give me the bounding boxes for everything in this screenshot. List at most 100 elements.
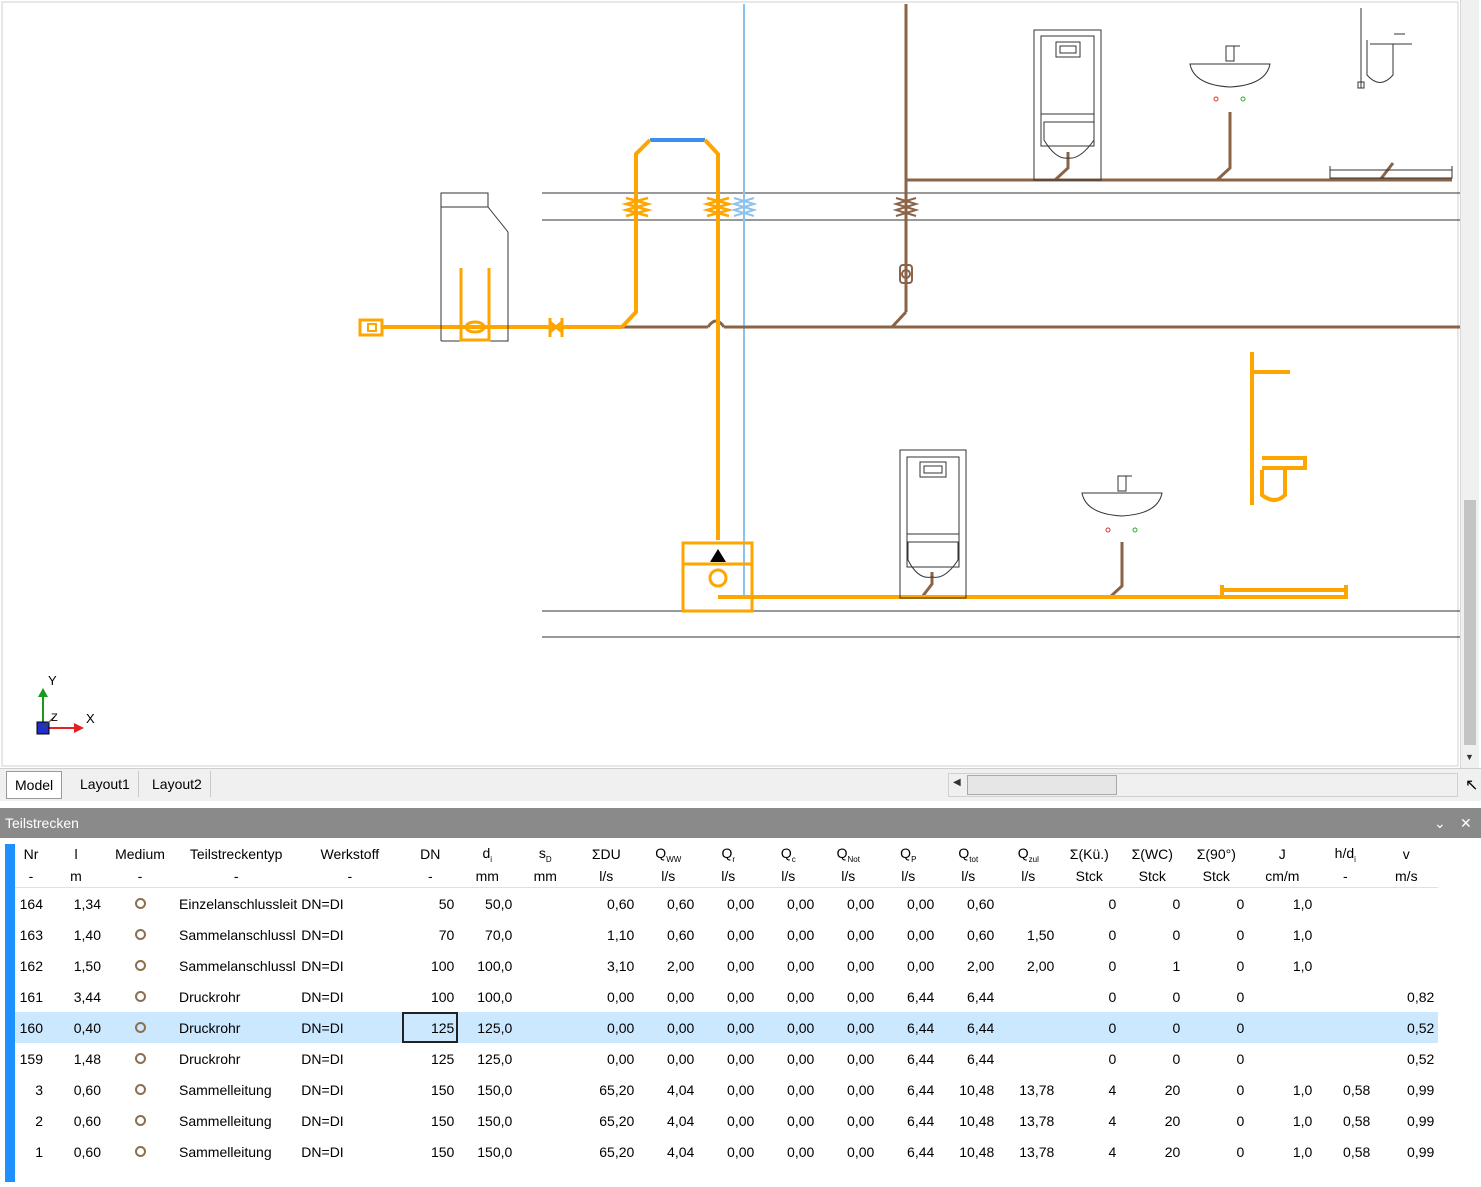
cell-du[interactable]: 0,00 [574,1012,639,1043]
cell-qc[interactable]: 0,00 [758,981,818,1012]
column-header[interactable]: QP [878,843,938,865]
cell-di[interactable]: 125,0 [458,1012,517,1043]
cell-j[interactable]: 1,0 [1248,1105,1316,1136]
cell-wc[interactable]: 20 [1120,1105,1184,1136]
cell-dn[interactable]: 150 [402,1136,458,1167]
cell-hdi[interactable]: 0,58 [1316,1105,1374,1136]
cell-qp[interactable]: 6,44 [878,1043,938,1074]
scroll-down-icon[interactable]: ▼ [1465,752,1474,762]
column-header[interactable]: Qc [758,843,818,865]
cell-w90[interactable]: 0 [1184,981,1248,1012]
cell-qnot[interactable]: 0,00 [818,1043,878,1074]
cell-v[interactable]: 0,52 [1374,1012,1439,1043]
cell-qtot[interactable]: 0,60 [938,919,998,950]
horizontal-scroll-thumb[interactable] [967,775,1117,795]
cell-sd[interactable] [516,1105,574,1136]
cell-j[interactable] [1248,981,1316,1012]
cell-qp[interactable]: 6,44 [878,1012,939,1043]
vertical-scrollbar[interactable]: ▼ [1460,0,1479,768]
column-header[interactable]: ΣDU [574,843,638,865]
cell-wc[interactable]: 1 [1120,950,1184,981]
cell-nr[interactable]: 164 [15,888,47,920]
cell-typ[interactable]: Einzelanschlussleit [175,888,297,920]
cell-v[interactable]: 0,99 [1374,1074,1438,1105]
cell-qww[interactable]: 2,00 [638,950,698,981]
cell-v[interactable]: 0,99 [1374,1136,1438,1167]
cell-dn[interactable]: 50 [402,888,458,920]
cell-qtot[interactable]: 6,44 [938,1012,999,1043]
cell-dn[interactable]: 150 [402,1074,458,1105]
column-header[interactable]: DN [402,843,458,865]
column-header[interactable]: sD [516,843,574,865]
column-header[interactable]: Σ(Kü.) [1058,843,1120,865]
column-header[interactable]: Qr [698,843,758,865]
cell-l[interactable]: 0,60 [47,1136,105,1167]
cell-typ[interactable]: Druckrohr [175,1043,297,1074]
cell-v[interactable]: 0,52 [1374,1043,1438,1074]
cad-drawing-area[interactable]: Y Z X [0,0,1481,768]
cell-ku[interactable]: 4 [1058,1074,1120,1105]
cell-ku[interactable]: 0 [1058,919,1120,950]
cell-wc[interactable]: 20 [1120,1136,1184,1167]
cell-v[interactable] [1374,919,1438,950]
table-row[interactable]: 1 0,60 Sammelleitung DN=DI 150 150,0 65,20 4,04… [15,1136,1438,1167]
cell-l[interactable]: 1,48 [47,1043,105,1074]
cell-medium[interactable] [105,1136,175,1167]
cell-sd[interactable] [516,1074,574,1105]
cell-nr[interactable]: 160 [15,1012,47,1043]
column-header[interactable]: l [47,843,105,865]
cell-ku[interactable]: 0 [1058,1012,1121,1043]
cell-medium[interactable] [105,919,175,950]
table-row[interactable]: 163 1,40 Sammelanschlussl DN=DI 70 70,0 1,10 0,… [15,919,1438,950]
cell-qzul[interactable]: 13,78 [998,1105,1058,1136]
column-header[interactable]: v [1374,843,1438,865]
cell-qc[interactable]: 0,00 [758,1136,818,1167]
cell-qzul[interactable]: 13,78 [998,1074,1058,1105]
cell-j[interactable]: 1,0 [1248,1136,1316,1167]
cell-qnot[interactable]: 0,00 [818,1074,878,1105]
cell-hdi[interactable] [1316,888,1374,920]
cell-hdi[interactable] [1316,1012,1375,1043]
cell-qp[interactable]: 0,00 [878,888,938,920]
cell-w90[interactable]: 0 [1184,950,1248,981]
cell-qc[interactable]: 0,00 [758,950,818,981]
cell-wc[interactable]: 20 [1120,1074,1184,1105]
column-header[interactable]: Σ(90°) [1184,843,1248,865]
cell-werkstoff[interactable]: DN=DI [297,1012,403,1043]
cell-typ[interactable]: Sammelleitung [175,1136,297,1167]
cell-di[interactable]: 150,0 [458,1105,516,1136]
cell-l[interactable]: 0,60 [47,1074,105,1105]
cell-typ[interactable]: Sammelanschlussl [175,919,297,950]
cell-ku[interactable]: 4 [1058,1136,1120,1167]
cell-qp[interactable]: 0,00 [878,919,938,950]
cell-sd[interactable] [516,950,574,981]
cell-j[interactable]: 1,0 [1248,888,1316,920]
column-header[interactable]: QNot [818,843,878,865]
cell-l[interactable]: 1,50 [47,950,105,981]
cell-werkstoff[interactable]: DN=DI [297,1074,402,1105]
cell-qc[interactable]: 0,00 [758,1043,818,1074]
cell-ku[interactable]: 0 [1058,950,1120,981]
cell-dn[interactable]: 150 [402,1105,458,1136]
cell-qtot[interactable]: 2,00 [938,950,998,981]
cell-w90[interactable]: 0 [1184,1105,1248,1136]
cell-qzul[interactable]: 13,78 [998,1136,1058,1167]
cell-v[interactable] [1374,888,1438,920]
column-header[interactable]: Σ(WC) [1120,843,1184,865]
cell-werkstoff[interactable]: DN=DI [297,888,402,920]
column-header[interactable]: h/di [1316,843,1374,865]
close-icon[interactable]: ✕ [1460,808,1472,838]
table-row[interactable]: 161 3,44 Druckrohr DN=DI 100 100,0 0,00 0,00 0,0… [15,981,1438,1012]
table-row[interactable]: 2 0,60 Sammelleitung DN=DI 150 150,0 65,20 4,04… [15,1105,1438,1136]
cell-du[interactable]: 3,10 [574,950,638,981]
cell-qr[interactable]: 0,00 [698,950,758,981]
cell-qp[interactable]: 0,00 [878,950,938,981]
cell-qnot[interactable]: 0,00 [818,1105,878,1136]
cell-w90[interactable]: 0 [1184,1074,1248,1105]
cell-sd[interactable] [516,888,574,920]
cell-qp[interactable]: 6,44 [878,1074,938,1105]
cell-hdi[interactable] [1316,950,1374,981]
cell-qzul[interactable] [998,1012,1059,1043]
collapse-chevron-icon[interactable]: ⌄ [1434,808,1446,838]
cell-j[interactable]: 1,0 [1248,919,1316,950]
